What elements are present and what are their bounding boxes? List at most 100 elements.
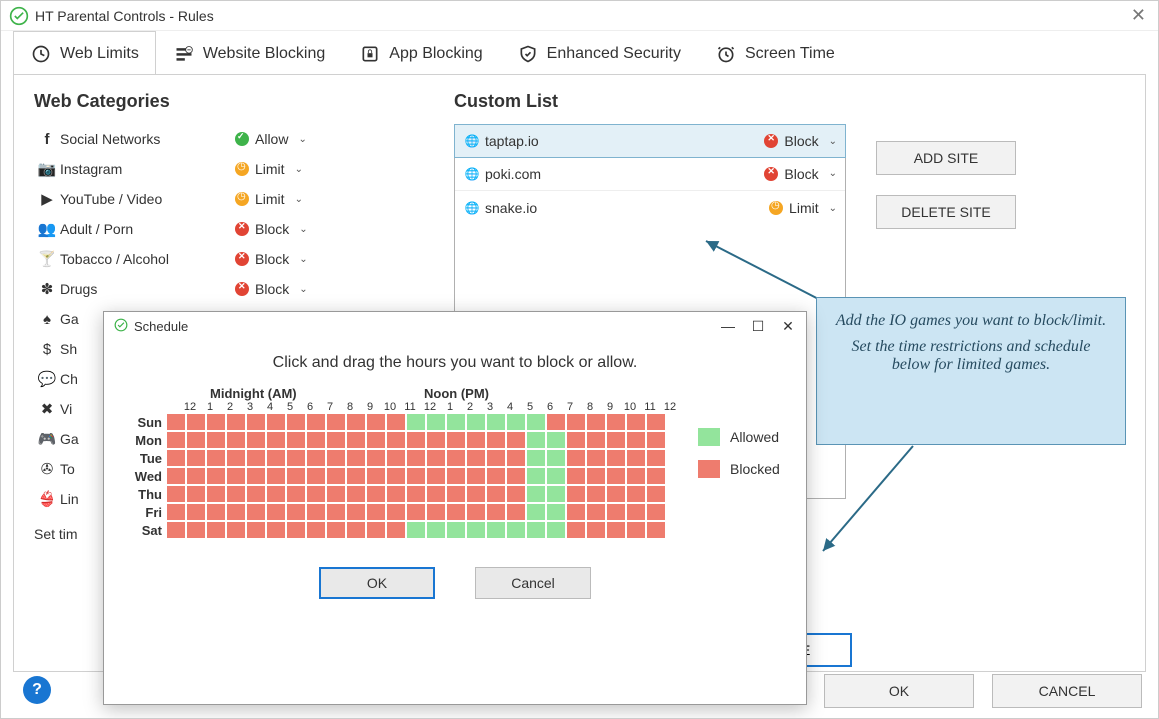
tab-website-blocking[interactable]: Website Blocking (156, 31, 342, 75)
schedule-cell[interactable] (206, 521, 226, 539)
minimize-icon[interactable]: — (720, 318, 736, 335)
schedule-cell[interactable] (386, 485, 406, 503)
schedule-cell[interactable] (466, 485, 486, 503)
schedule-cell[interactable] (586, 431, 606, 449)
schedule-cell[interactable] (406, 485, 426, 503)
schedule-cell[interactable] (566, 521, 586, 539)
schedule-cell[interactable] (326, 449, 346, 467)
schedule-cell[interactable] (306, 413, 326, 431)
schedule-cell[interactable] (266, 431, 286, 449)
schedule-cell[interactable] (566, 503, 586, 521)
schedule-cell[interactable] (326, 413, 346, 431)
schedule-cell[interactable] (386, 449, 406, 467)
schedule-cell[interactable] (346, 413, 366, 431)
schedule-cell[interactable] (366, 431, 386, 449)
schedule-cell[interactable] (366, 485, 386, 503)
schedule-cell[interactable] (166, 431, 186, 449)
status-selector[interactable]: Block⌄ (764, 166, 837, 182)
schedule-cell[interactable] (246, 431, 266, 449)
schedule-ok-button[interactable]: OK (319, 567, 435, 599)
schedule-cell[interactable] (246, 449, 266, 467)
schedule-cell[interactable] (366, 521, 386, 539)
schedule-cell[interactable] (246, 467, 266, 485)
tab-app-blocking[interactable]: App Blocking (342, 31, 499, 75)
schedule-cell[interactable] (646, 467, 666, 485)
schedule-cell[interactable] (606, 503, 626, 521)
schedule-cell[interactable] (446, 431, 466, 449)
schedule-cell[interactable] (206, 467, 226, 485)
schedule-cell[interactable] (486, 413, 506, 431)
schedule-cell[interactable] (186, 449, 206, 467)
schedule-cell[interactable] (646, 449, 666, 467)
schedule-cell[interactable] (606, 467, 626, 485)
schedule-cell[interactable] (466, 467, 486, 485)
schedule-cell[interactable] (366, 413, 386, 431)
schedule-cell[interactable] (226, 467, 246, 485)
schedule-cell[interactable] (186, 467, 206, 485)
ok-button[interactable]: OK (824, 674, 974, 708)
schedule-cell[interactable] (286, 449, 306, 467)
schedule-cell[interactable] (326, 503, 346, 521)
schedule-cell[interactable] (386, 431, 406, 449)
delete-site-button[interactable]: DELETE SITE (876, 195, 1016, 229)
schedule-cell[interactable] (466, 449, 486, 467)
schedule-cell[interactable] (486, 485, 506, 503)
schedule-cell[interactable] (306, 521, 326, 539)
schedule-cell[interactable] (526, 485, 546, 503)
schedule-cell[interactable] (626, 449, 646, 467)
schedule-cell[interactable] (386, 521, 406, 539)
schedule-cell[interactable] (646, 485, 666, 503)
schedule-cell[interactable] (246, 503, 266, 521)
schedule-cell[interactable] (446, 521, 466, 539)
schedule-cell[interactable] (326, 521, 346, 539)
tab-enhanced-security[interactable]: Enhanced Security (500, 31, 698, 75)
schedule-cell[interactable] (286, 467, 306, 485)
schedule-cell[interactable] (586, 449, 606, 467)
schedule-cell[interactable] (626, 485, 646, 503)
schedule-cell[interactable] (426, 503, 446, 521)
schedule-cell[interactable] (286, 431, 306, 449)
schedule-cell[interactable] (506, 431, 526, 449)
schedule-cell[interactable] (586, 503, 606, 521)
schedule-cell[interactable] (546, 431, 566, 449)
schedule-cell[interactable] (506, 485, 526, 503)
status-selector[interactable]: Limit⌄ (235, 191, 315, 207)
schedule-cell[interactable] (226, 503, 246, 521)
schedule-cell[interactable] (466, 521, 486, 539)
schedule-cell[interactable] (326, 431, 346, 449)
schedule-cell[interactable] (526, 503, 546, 521)
custom-list-row[interactable]: 🌐 poki.com Block⌄ (455, 157, 845, 191)
schedule-cell[interactable] (226, 431, 246, 449)
schedule-cell[interactable] (646, 413, 666, 431)
cancel-button[interactable]: CANCEL (992, 674, 1142, 708)
schedule-cell[interactable] (586, 521, 606, 539)
schedule-cell[interactable] (226, 413, 246, 431)
schedule-cell[interactable] (426, 431, 446, 449)
schedule-cell[interactable] (286, 413, 306, 431)
schedule-cell[interactable] (206, 449, 226, 467)
help-button[interactable]: ? (23, 676, 51, 704)
schedule-cell[interactable] (246, 413, 266, 431)
schedule-cell[interactable] (526, 521, 546, 539)
schedule-cell[interactable] (566, 467, 586, 485)
schedule-cell[interactable] (226, 521, 246, 539)
schedule-cell[interactable] (406, 503, 426, 521)
schedule-cell[interactable] (266, 521, 286, 539)
schedule-cell[interactable] (266, 503, 286, 521)
schedule-cell[interactable] (486, 467, 506, 485)
schedule-cell[interactable] (486, 503, 506, 521)
schedule-cell[interactable] (346, 431, 366, 449)
schedule-cell[interactable] (206, 485, 226, 503)
category-row[interactable]: 📷 InstagramLimit⌄ (34, 154, 454, 184)
schedule-cell[interactable] (606, 521, 626, 539)
schedule-cell[interactable] (546, 449, 566, 467)
schedule-cell[interactable] (506, 449, 526, 467)
schedule-cell[interactable] (606, 431, 626, 449)
status-selector[interactable]: Block⌄ (235, 251, 315, 267)
custom-list-row[interactable]: 🌐 snake.io Limit⌄ (455, 191, 845, 225)
schedule-cell[interactable] (486, 431, 506, 449)
schedule-cell[interactable] (366, 503, 386, 521)
schedule-cell[interactable] (406, 431, 426, 449)
schedule-cell[interactable] (446, 449, 466, 467)
status-selector[interactable]: Block⌄ (764, 133, 837, 149)
